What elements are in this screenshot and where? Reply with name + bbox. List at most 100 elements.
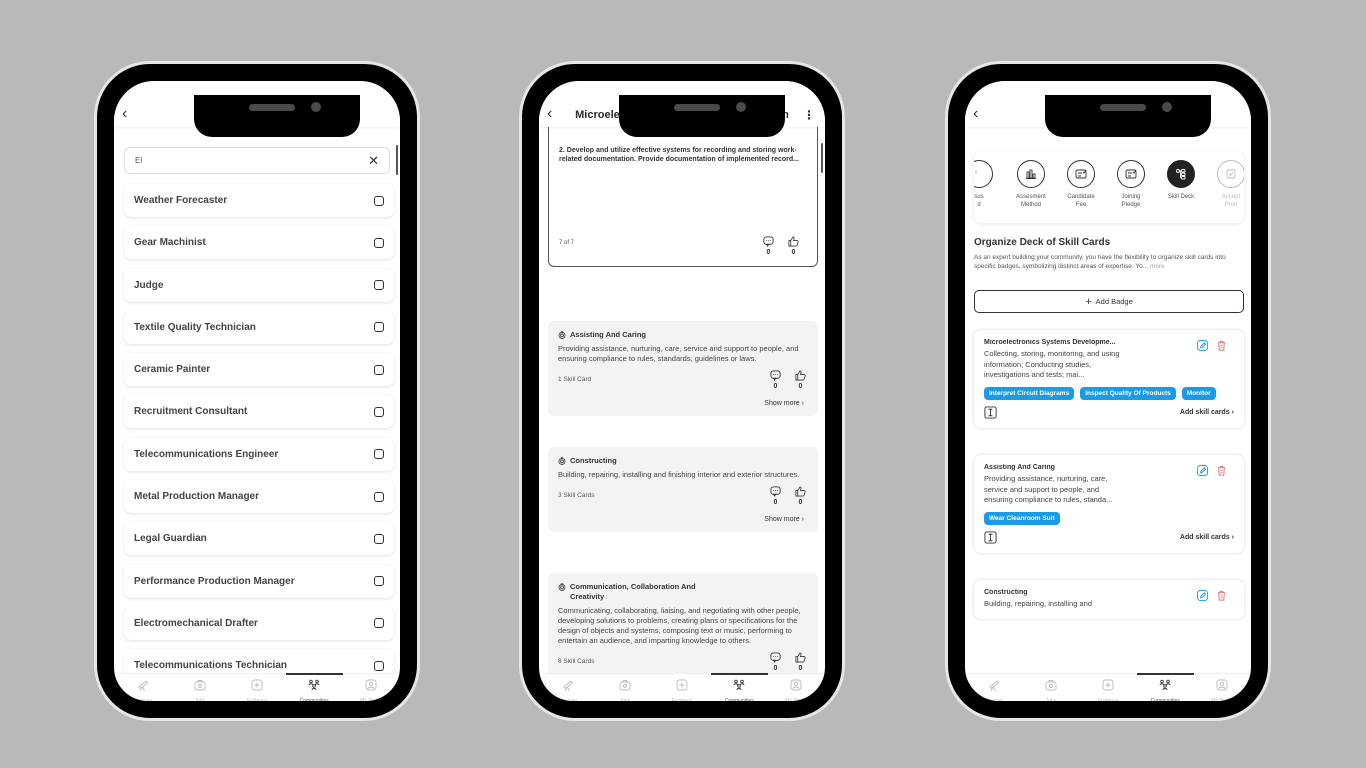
checkbox[interactable] (374, 533, 384, 544)
checkbox[interactable] (374, 406, 384, 417)
nav-item-jobs[interactable]: Jobs (1022, 674, 1079, 701)
skill-chip-row[interactable]: Interpret Circuit Diagrams Inspect Qualit… (984, 386, 1234, 400)
checkbox[interactable] (374, 491, 384, 502)
add-skill-cards-link[interactable]: Add skill cards › (1180, 534, 1234, 541)
step-item[interactable]: Candidate Fee (1056, 160, 1106, 209)
back-chevron-icon[interactable]: ‹ (122, 105, 127, 123)
badge-deck-card[interactable]: Microelectronics Systems Developme... Co… (974, 330, 1244, 428)
nav-item-jobs[interactable]: Jobs (596, 674, 653, 701)
nav-item-discover[interactable]: Discover (539, 674, 596, 701)
screen: ‹ Microelectronics Engineering Technicia… (539, 81, 825, 701)
like-button[interactable]: 0 (795, 652, 806, 672)
checkbox[interactable] (374, 449, 384, 460)
thumbs-up-icon (795, 486, 806, 497)
back-chevron-icon[interactable]: ‹ (973, 105, 978, 123)
job-list-item[interactable]: Ceramic Painter (124, 353, 394, 387)
show-more-link[interactable]: Show more › (558, 516, 808, 523)
nav-item-jobs[interactable]: Jobs (171, 674, 228, 701)
edit-icon[interactable] (1196, 464, 1209, 477)
comment-button[interactable]: 0 (770, 370, 781, 390)
badge-card[interactable]: Constructing Building, repairing, instal… (548, 447, 818, 532)
notch (619, 95, 785, 137)
step-carousel[interactable]: sus d Assesment Method Candidate Fee Joinin… (974, 151, 1244, 223)
nav-item-evidence[interactable]: Evidence (228, 674, 285, 701)
job-list-item[interactable]: Judge (124, 268, 394, 302)
badge-card[interactable]: Assisting And Caring Providing assistanc… (548, 321, 818, 416)
nav-item-my-profile[interactable]: My Profile (1194, 674, 1251, 701)
nav-item-evidence[interactable]: Evidence (653, 674, 710, 701)
more-link[interactable]: more (1150, 263, 1165, 270)
text-cursor-icon[interactable] (984, 405, 997, 419)
checkbox[interactable] (374, 237, 384, 248)
nav-item-my-profile[interactable]: My Profile (343, 674, 400, 701)
like-button[interactable]: 0 (795, 370, 806, 390)
comment-button[interactable]: 0 (770, 652, 781, 672)
skill-chip-row[interactable]: Wear Cleanroom Suit (984, 511, 1234, 525)
step-label: sus d (974, 194, 984, 208)
job-list-item[interactable]: Electromechanical Drafter (124, 606, 394, 640)
step-item[interactable]: Joining Pledge (1106, 160, 1156, 209)
job-list-item[interactable]: Weather Forecaster (124, 184, 394, 217)
nav-item-communities[interactable]: Communities (710, 673, 769, 701)
phone-search-job-title: ‹ Search Job Title El ✕ Weather Forecast… (94, 61, 420, 721)
add-skill-cards-link[interactable]: Add skill cards › (1180, 409, 1234, 416)
comment-button[interactable]: 0 (763, 236, 774, 256)
show-more-link[interactable]: Show more › (558, 400, 808, 407)
skill-chip[interactable]: Wear Cleanroom Suit (984, 511, 1060, 525)
skill-card[interactable]: 2. Develop and utilize effective systems… (548, 127, 818, 267)
more-vertical-icon[interactable]: ⋮ (803, 108, 815, 122)
user-icon (1215, 678, 1229, 697)
step-item[interactable]: Assesment Method (1006, 160, 1056, 209)
like-button[interactable]: 0 (795, 486, 806, 506)
nav-item-discover[interactable]: Discover (965, 674, 1022, 701)
trash-icon[interactable] (1215, 339, 1228, 352)
edit-icon[interactable] (1196, 589, 1209, 602)
briefcase-icon (1044, 678, 1058, 697)
edit-icon[interactable] (1196, 339, 1209, 352)
nav-label: Evidence (1097, 698, 1119, 701)
like-button[interactable]: 0 (788, 236, 799, 256)
deck-description: Building, repairing, installing and (984, 599, 1092, 608)
scrollbar[interactable] (396, 145, 398, 175)
back-chevron-icon[interactable]: ‹ (547, 105, 552, 123)
nav-item-my-profile[interactable]: My Profile (768, 674, 825, 701)
skill-chip[interactable]: Interpret Circuit Diagrams (984, 386, 1075, 400)
step-label: Accept Proo (1221, 194, 1241, 208)
step-item[interactable]: Skill Deck (1156, 160, 1206, 201)
checkbox[interactable] (374, 195, 384, 206)
badge-deck-card[interactable]: Constructing Building, repairing, instal… (974, 580, 1244, 619)
nav-item-communities[interactable]: Communities (285, 673, 344, 701)
badge-card[interactable]: Communication, Collaboration And Creativ… (548, 573, 818, 673)
checkbox[interactable] (374, 280, 384, 291)
job-list-item[interactable]: Performance Production Manager (124, 564, 394, 598)
step-item[interactable]: sus d (974, 160, 1004, 209)
step-item[interactable]: Accept Proo (1206, 160, 1244, 209)
job-list-item[interactable]: Recruitment Consultant (124, 395, 394, 429)
skill-chip[interactable]: Monitor (1181, 386, 1216, 400)
job-list-item[interactable]: Telecommunications Engineer (124, 437, 394, 471)
nav-item-communities[interactable]: Communities (1136, 673, 1195, 701)
job-list-item[interactable]: Gear Machinist (124, 226, 394, 260)
checkbox[interactable] (374, 322, 384, 333)
trash-icon[interactable] (1215, 589, 1228, 602)
job-list-item[interactable]: Metal Production Manager (124, 480, 394, 514)
add-badge-button[interactable]: + Add Badge (974, 290, 1244, 313)
checkbox[interactable] (374, 660, 384, 671)
job-list-item[interactable]: Textile Quality Technician (124, 310, 394, 344)
trash-icon[interactable] (1215, 464, 1228, 477)
badge-deck-card[interactable]: Assisting And Caring Providing assistanc… (974, 455, 1244, 553)
checkbox[interactable] (374, 576, 384, 587)
scrollbar[interactable] (821, 143, 823, 173)
job-title: Telecommunications Engineer (134, 448, 279, 460)
skill-chip[interactable]: Inspect Quality Of Products (1080, 386, 1176, 400)
bottom-nav: Discover Jobs Evidence Communities My Profil… (539, 673, 825, 701)
nav-item-evidence[interactable]: Evidence (1079, 674, 1136, 701)
clear-icon[interactable]: ✕ (368, 153, 379, 169)
comment-button[interactable]: 0 (770, 486, 781, 506)
job-list-item[interactable]: Legal Guardian (124, 522, 394, 556)
search-input[interactable]: El ✕ (124, 147, 390, 174)
checkbox[interactable] (374, 618, 384, 629)
nav-item-discover[interactable]: Discover (114, 674, 171, 701)
text-cursor-icon[interactable] (984, 530, 997, 544)
checkbox[interactable] (374, 364, 384, 375)
